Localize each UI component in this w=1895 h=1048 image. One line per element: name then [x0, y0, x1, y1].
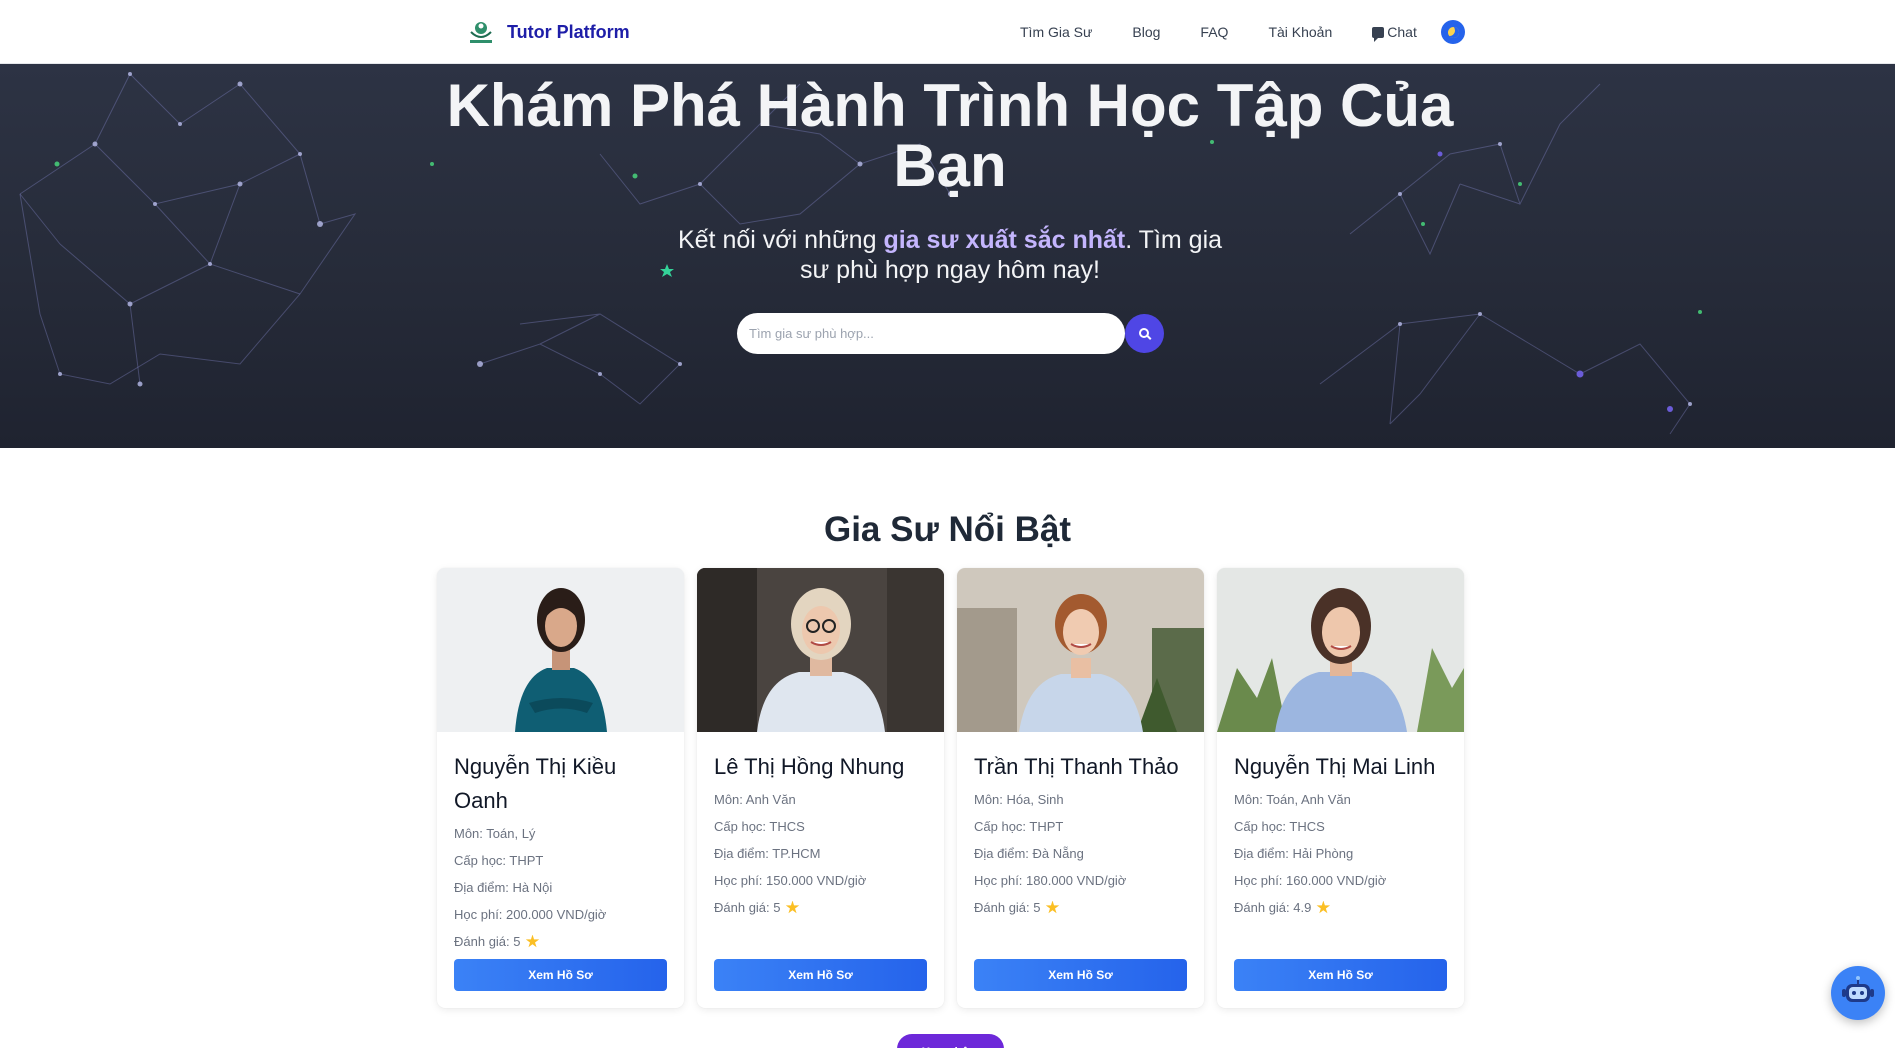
- nav-account[interactable]: Tài Khoản: [1268, 24, 1332, 40]
- tutor-search-input[interactable]: [737, 313, 1125, 354]
- tutor-name: Nguyễn Thị Kiều Oanh: [454, 754, 617, 813]
- star-icon: [1316, 900, 1331, 914]
- theme-toggle-button[interactable]: [1441, 20, 1465, 44]
- tutor-photo: [437, 568, 684, 732]
- brand-link[interactable]: Tutor Platform: [465, 16, 630, 48]
- tutor-rating-row: Đánh giá: 5: [714, 894, 934, 921]
- hero-title: Khám Phá Hành Trình Học Tập Của Bạn: [446, 72, 1454, 199]
- tutor-photo: [1217, 568, 1464, 732]
- tutor-subject: Môn: Anh Văn: [714, 792, 796, 807]
- nav-chat[interactable]: Chat: [1372, 24, 1417, 42]
- tutor-location: Địa điểm: Hải Phòng: [1234, 846, 1354, 861]
- tutor-rating-row: Đánh giá: 4.9: [1234, 894, 1454, 921]
- tutor-location: Địa điểm: Hà Nội: [454, 880, 553, 895]
- star-icon: [1045, 900, 1060, 914]
- tutor-rating-row: Đánh giá: 5: [974, 894, 1194, 921]
- tutor-fee: Học phí: 160.000 VND/giờ: [1234, 873, 1387, 888]
- star-icon: [785, 900, 800, 914]
- tutor-level: Cấp học: THPT: [974, 819, 1064, 834]
- main-nav: Tìm Gia Sư Blog FAQ Tài Khoản Chat: [1020, 0, 1417, 64]
- view-profile-button[interactable]: Xem Hồ Sơ: [974, 959, 1187, 991]
- tutor-level: Cấp học: THCS: [714, 819, 805, 834]
- tutor-card: Nguyễn Thị Mai Linh Môn: Toán, Anh Văn C…: [1217, 568, 1464, 1008]
- tutor-name: Trần Thị Thanh Thảo: [974, 754, 1179, 779]
- tutor-level: Cấp học: THPT: [454, 853, 544, 868]
- tutor-photo: [957, 568, 1204, 732]
- tutor-fee: Học phí: 200.000 VND/giờ: [454, 907, 607, 922]
- tutor-rating: Đánh giá: 5: [454, 934, 521, 949]
- tutor-location: Địa điểm: TP.HCM: [714, 846, 821, 861]
- tutor-location: Địa điểm: Đà Nẵng: [974, 846, 1084, 861]
- chatbot-icon: [1840, 975, 1876, 1011]
- moon-icon: [1447, 26, 1459, 38]
- hero-subtitle: Kết nối với những gia sư xuất sắc nhất. …: [660, 225, 1240, 285]
- tutor-card: Nguyễn Thị Kiều Oanh Môn: Toán, Lý Cấp h…: [437, 568, 684, 1008]
- tutor-rating-row: Đánh giá: 5: [454, 928, 674, 955]
- nav-blog[interactable]: Blog: [1132, 24, 1160, 40]
- tutor-level: Cấp học: THCS: [1234, 819, 1325, 834]
- tutor-subject: Môn: Toán, Lý: [454, 826, 536, 841]
- nav-find-tutor[interactable]: Tìm Gia Sư: [1020, 24, 1092, 40]
- tutor-details: Môn: Toán, Anh Văn Cấp học: THCS Địa điể…: [1234, 786, 1454, 921]
- tutor-card: Lê Thị Hồng Nhung Môn: Anh Văn Cấp học: …: [697, 568, 944, 1008]
- tutor-rating: Đánh giá: 4.9: [1234, 900, 1312, 915]
- tutor-rating: Đánh giá: 5: [974, 900, 1041, 915]
- search-icon: [1138, 327, 1149, 338]
- hero-subtitle-start: Kết nối với những: [677, 226, 884, 254]
- chatbot-button[interactable]: [1831, 966, 1885, 1020]
- brand-name: Tutor Platform: [507, 21, 630, 42]
- tutor-photo: [697, 568, 944, 732]
- tutor-fee: Học phí: 150.000 VND/giờ: [714, 873, 867, 888]
- view-profile-button[interactable]: Xem Hồ Sơ: [714, 959, 927, 991]
- tutor-rating: Đánh giá: 5: [714, 900, 781, 915]
- tutor-details: Môn: Hóa, Sinh Cấp học: THPT Địa điểm: Đ…: [974, 786, 1194, 921]
- navbar: Tutor Platform Tìm Gia Sư Blog FAQ Tài K…: [0, 0, 1895, 64]
- hero-subtitle-highlight: gia sư xuất sắc nhất: [883, 226, 1126, 254]
- nav-faq[interactable]: FAQ: [1200, 24, 1228, 40]
- chat-icon: [1372, 26, 1385, 42]
- tutor-details: Môn: Anh Văn Cấp học: THCS Địa điểm: TP.…: [714, 786, 934, 921]
- view-profile-button[interactable]: Xem Hồ Sơ: [454, 959, 667, 991]
- hero-section: Khám Phá Hành Trình Học Tập Của Bạn Kết …: [0, 64, 1895, 448]
- star-icon: [525, 934, 540, 948]
- logo-icon: [465, 18, 497, 46]
- search-button[interactable]: [1125, 314, 1164, 353]
- view-profile-button[interactable]: Xem Hồ Sơ: [1234, 959, 1447, 991]
- tutor-card: Trần Thị Thanh Thảo Môn: Hóa, Sinh Cấp h…: [957, 568, 1204, 1008]
- tutor-subject: Môn: Hóa, Sinh: [974, 792, 1064, 807]
- tutor-name: Nguyễn Thị Mai Linh: [1234, 754, 1436, 779]
- featured-tutors-title: Gia Sư Nổi Bật: [823, 510, 1072, 549]
- tutor-fee: Học phí: 180.000 VND/giờ: [974, 873, 1127, 888]
- tutor-subject: Môn: Toán, Anh Văn: [1234, 792, 1351, 807]
- tutor-name: Lê Thị Hồng Nhung: [714, 754, 905, 779]
- nav-chat-label: Chat: [1387, 24, 1417, 40]
- see-more-button[interactable]: Xem thêm: [897, 1034, 1004, 1048]
- tutor-details: Môn: Toán, Lý Cấp học: THPT Địa điểm: Hà…: [454, 820, 674, 955]
